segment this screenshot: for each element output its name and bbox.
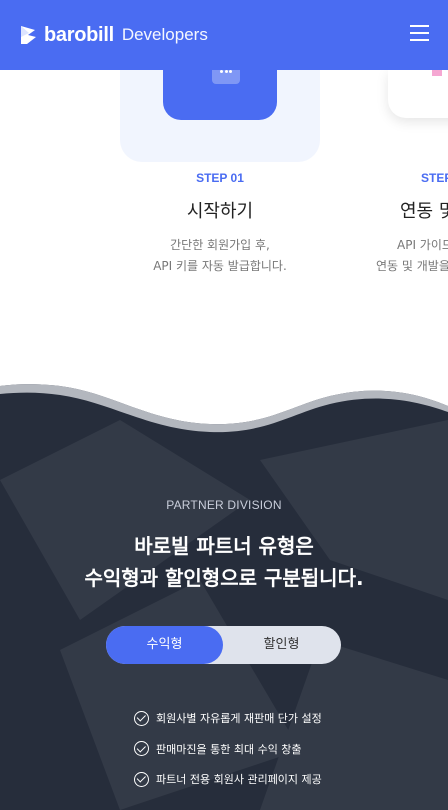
check-circle-icon [134,741,149,757]
section-divider-wave [0,378,448,433]
step-title: 연동 및 [400,201,448,222]
steps-carousel: STEP 01 시작하기 간단한 회원가입 후, API 키를 자동 발급합니다… [0,70,448,410]
partner-headline: 바로빌 파트너 유형은 수익형과 할인형으로 구분됩니다. [0,530,448,594]
step-label: STEP 01 [196,171,244,185]
step-title: 시작하기 [186,201,254,222]
hamburger-menu-icon[interactable] [410,25,430,43]
step-description: 간단한 회원가입 후, API 키를 자동 발급합니다. [120,235,320,277]
logo-text[interactable]: barobill [44,24,114,47]
check-circle-icon [134,710,149,726]
feature-item: 회원사별 자유롭게 재판매 단가 설정 [134,703,434,734]
toggle-option-revenue[interactable]: 수익형 [106,626,223,664]
step-desc-line-1: 간단한 회원가입 후, [170,238,270,252]
feature-item: 판매마진을 통한 최대 수익 창출 [134,734,434,765]
step-card-1-bg [120,70,320,162]
top-header: barobill Developers [0,0,448,70]
barobill-logo-icon [21,26,36,44]
step-desc-line-2: API 키를 자동 발급합니다. [153,259,287,273]
feature-item: 파트너 전용 회원사 관리페이지 제공 [134,764,434,795]
feature-text: 회원사별 자유롭게 재판매 단가 설정 [156,712,322,726]
toggle-option-discount[interactable]: 할인형 [223,626,340,664]
check-circle-icon [134,771,149,787]
logo-subtitle[interactable]: Developers [122,25,208,45]
partner-type-toggle[interactable]: 수익형 할인형 [106,626,341,664]
step-desc-line-1: API 가이드 [397,238,448,252]
step-1-icon-box [157,70,283,126]
step-description: API 가이드 연동 및 개발을 [376,235,448,277]
chat-bubble-icon [212,70,240,84]
step-card-2-bg [388,70,448,118]
step-desc-line-2: 연동 및 개발을 [376,259,448,273]
headline-line-2: 수익형과 할인형으로 구분됩니다. [84,566,364,590]
partner-eyebrow: PARTNER DIVISION [166,498,282,512]
feature-list: 회원사별 자유롭게 재판매 단가 설정 판매마진을 통한 최대 수익 창출 파트… [134,703,434,795]
headline-line-1: 바로빌 파트너 유형은 [134,534,314,558]
feature-text: 파트너 전용 회원사 관리페이지 제공 [156,773,322,787]
step-card-2[interactable]: STEP 연동 및 API 가이드 연동 및 개발을 [376,70,448,273]
feature-text: 판매마진을 통한 최대 수익 창출 [156,742,302,756]
step-card-1[interactable]: STEP 01 시작하기 간단한 회원가입 후, API 키를 자동 발급합니다… [120,70,320,277]
step-label: STEP [421,171,448,185]
